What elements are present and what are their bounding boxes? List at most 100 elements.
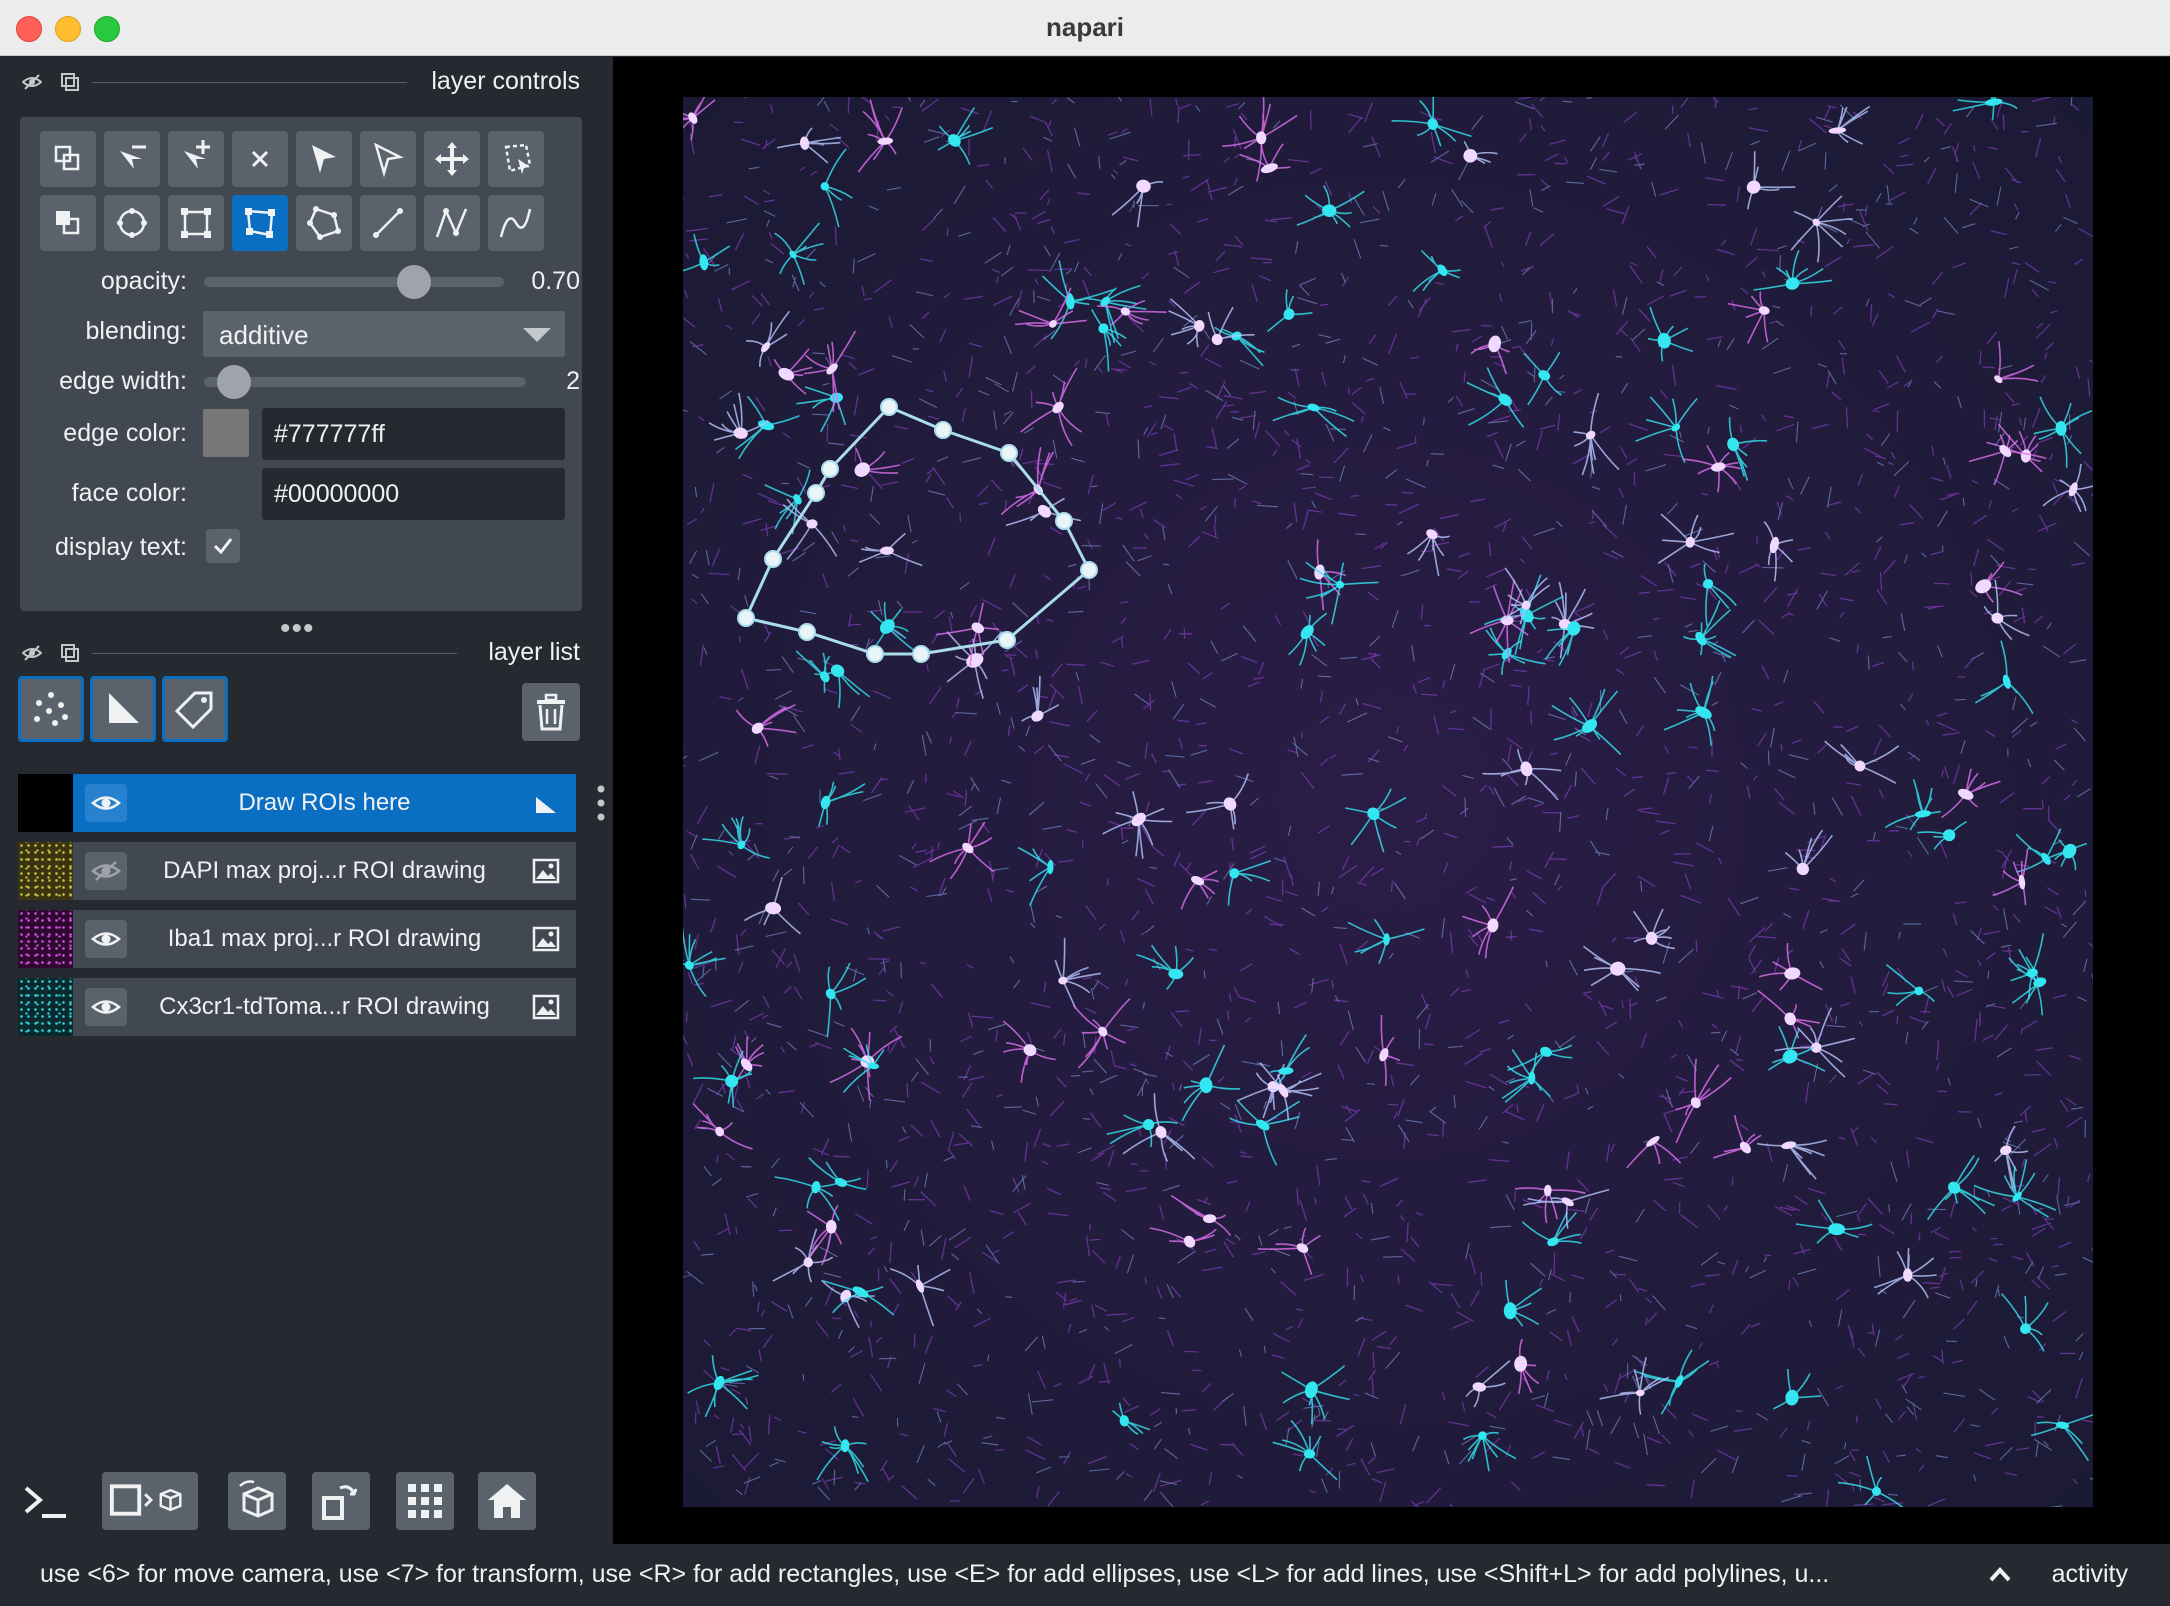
line-tool-button[interactable] [360, 195, 416, 251]
roi-vertex [880, 398, 898, 416]
new-labels-layer-button[interactable] [162, 676, 228, 742]
edge-color-field[interactable]: #777777ff [262, 408, 565, 460]
roi-vertex [798, 623, 816, 641]
edge-width-label: edge width: [59, 367, 187, 395]
rectangle-tool-button[interactable] [168, 195, 224, 251]
grid-view-button[interactable] [396, 1472, 454, 1530]
layer-row[interactable]: Cx3cr1-tdToma...r ROI drawing [18, 978, 576, 1036]
visibility-toggle[interactable] [85, 920, 127, 958]
face-color-label: face color: [71, 479, 187, 507]
path-tool-button[interactable] [424, 195, 480, 251]
roi-vertex [1055, 512, 1073, 530]
roll-dims-button[interactable] [228, 1472, 286, 1530]
delete-icon [251, 150, 269, 168]
activity-button[interactable]: activity [2052, 1560, 2128, 1589]
opacity-slider-handle[interactable] [397, 265, 431, 299]
layer-row-body[interactable]: Cx3cr1-tdToma...r ROI drawing [73, 978, 576, 1036]
grid-view-icon [408, 1484, 442, 1518]
dropdown-arrow-icon [523, 328, 551, 342]
polygon-tool-button[interactable] [232, 195, 288, 251]
pan-zoom-icon [435, 142, 469, 176]
roi-vertex [1000, 444, 1018, 462]
direct-select-tool-button[interactable] [360, 131, 416, 187]
edge-width-slider-track[interactable] [204, 377, 526, 387]
display-text-checkbox[interactable] [206, 529, 240, 563]
lasso-select-tool-button[interactable] [488, 131, 544, 187]
roi-vertex [764, 550, 782, 568]
float-panel-icon[interactable] [60, 643, 80, 663]
lasso-polygon-icon [307, 206, 341, 240]
console-button[interactable] [16, 1472, 74, 1530]
delete-layer-button[interactable] [522, 683, 580, 741]
display-text-label: display text: [54, 533, 187, 561]
layer-row-body[interactable]: Draw ROIs here [73, 774, 576, 832]
copy-tool-button[interactable] [40, 131, 96, 187]
opacity-label: opacity: [100, 267, 187, 295]
ndisplay-toggle-button[interactable] [102, 1472, 198, 1530]
roi-vertex [998, 631, 1016, 649]
roi-vertex [807, 484, 825, 502]
remove-point-tool-button[interactable] [104, 131, 160, 187]
roi-vertex [912, 645, 930, 663]
layer-row[interactable]: Draw ROIs here [18, 774, 576, 832]
chevron-up-icon[interactable] [1988, 1564, 2012, 1584]
blending-value: additive [219, 320, 309, 350]
microscopy-image[interactable] [683, 97, 2093, 1507]
opacity-slider-track[interactable] [204, 277, 504, 287]
path-icon [435, 207, 468, 238]
shapes-layer-icon [536, 797, 556, 813]
hide-eye-icon[interactable] [22, 643, 42, 663]
ellipse-tool-button[interactable] [104, 195, 160, 251]
select-tool-button[interactable] [296, 131, 352, 187]
viewer-canvas[interactable] [613, 57, 2170, 1544]
image-layer-icon [532, 858, 560, 884]
bring-to-front-icon [56, 211, 80, 235]
roi-vertex [866, 645, 884, 663]
layer-list-title: layer list [488, 638, 580, 666]
edge-color-value: #777777ff [274, 420, 385, 448]
polyline-icon [499, 208, 532, 238]
home-button[interactable] [478, 1472, 536, 1530]
blending-dropdown[interactable]: additive [203, 311, 565, 357]
pan-zoom-tool-button[interactable] [424, 131, 480, 187]
layer-row[interactable]: DAPI max proj...r ROI drawing [18, 842, 576, 900]
polyline-tool-button[interactable] [488, 195, 544, 251]
lasso-select-icon [504, 143, 532, 174]
layer-row[interactable]: Iba1 max proj...r ROI drawing [18, 910, 576, 968]
more-options-icon[interactable] [596, 783, 606, 823]
roll-dims-icon [239, 1480, 274, 1518]
delete-tool-button[interactable] [232, 131, 288, 187]
image-layer-icon [532, 994, 560, 1020]
float-panel-icon[interactable] [60, 72, 80, 92]
visibility-toggle[interactable] [85, 852, 127, 890]
visibility-toggle[interactable] [85, 988, 127, 1026]
layer-controls-header: layer controls [20, 62, 580, 102]
eye-icon [91, 796, 121, 810]
layer-row-body[interactable]: DAPI max proj...r ROI drawing [73, 842, 576, 900]
new-shapes-layer-button[interactable] [90, 676, 156, 742]
visibility-toggle[interactable] [85, 784, 127, 822]
edge-width-slider-handle[interactable] [217, 365, 252, 399]
lasso-polygon-tool-button[interactable] [296, 195, 352, 251]
direct-select-icon [374, 142, 404, 178]
checkmark-icon [213, 538, 233, 555]
trash-icon [537, 693, 565, 731]
eye-icon [91, 932, 121, 946]
roi-vertex [737, 609, 755, 627]
layer-thumbnail [18, 978, 73, 1036]
add-point-tool-button[interactable] [168, 131, 224, 187]
new-points-layer-button[interactable] [18, 676, 84, 742]
line-icon [373, 208, 403, 238]
layer-controls-panel: opacity: 0.70 blending: additive edge wi… [20, 117, 582, 611]
header-divider [92, 653, 457, 654]
face-color-field[interactable]: #00000000 [262, 468, 565, 520]
layer-row-body[interactable]: Iba1 max proj...r ROI drawing [73, 910, 576, 968]
bring-to-front-tool-button[interactable] [40, 195, 96, 251]
transpose-dims-button[interactable] [312, 1472, 370, 1530]
layer-name: DAPI max proj...r ROI drawing [163, 857, 486, 884]
face-color-value: #00000000 [274, 480, 400, 508]
hide-eye-icon[interactable] [22, 72, 42, 92]
edge-color-swatch[interactable] [203, 409, 249, 457]
layer-thumbnail [18, 842, 73, 900]
image-background [683, 97, 2093, 1507]
